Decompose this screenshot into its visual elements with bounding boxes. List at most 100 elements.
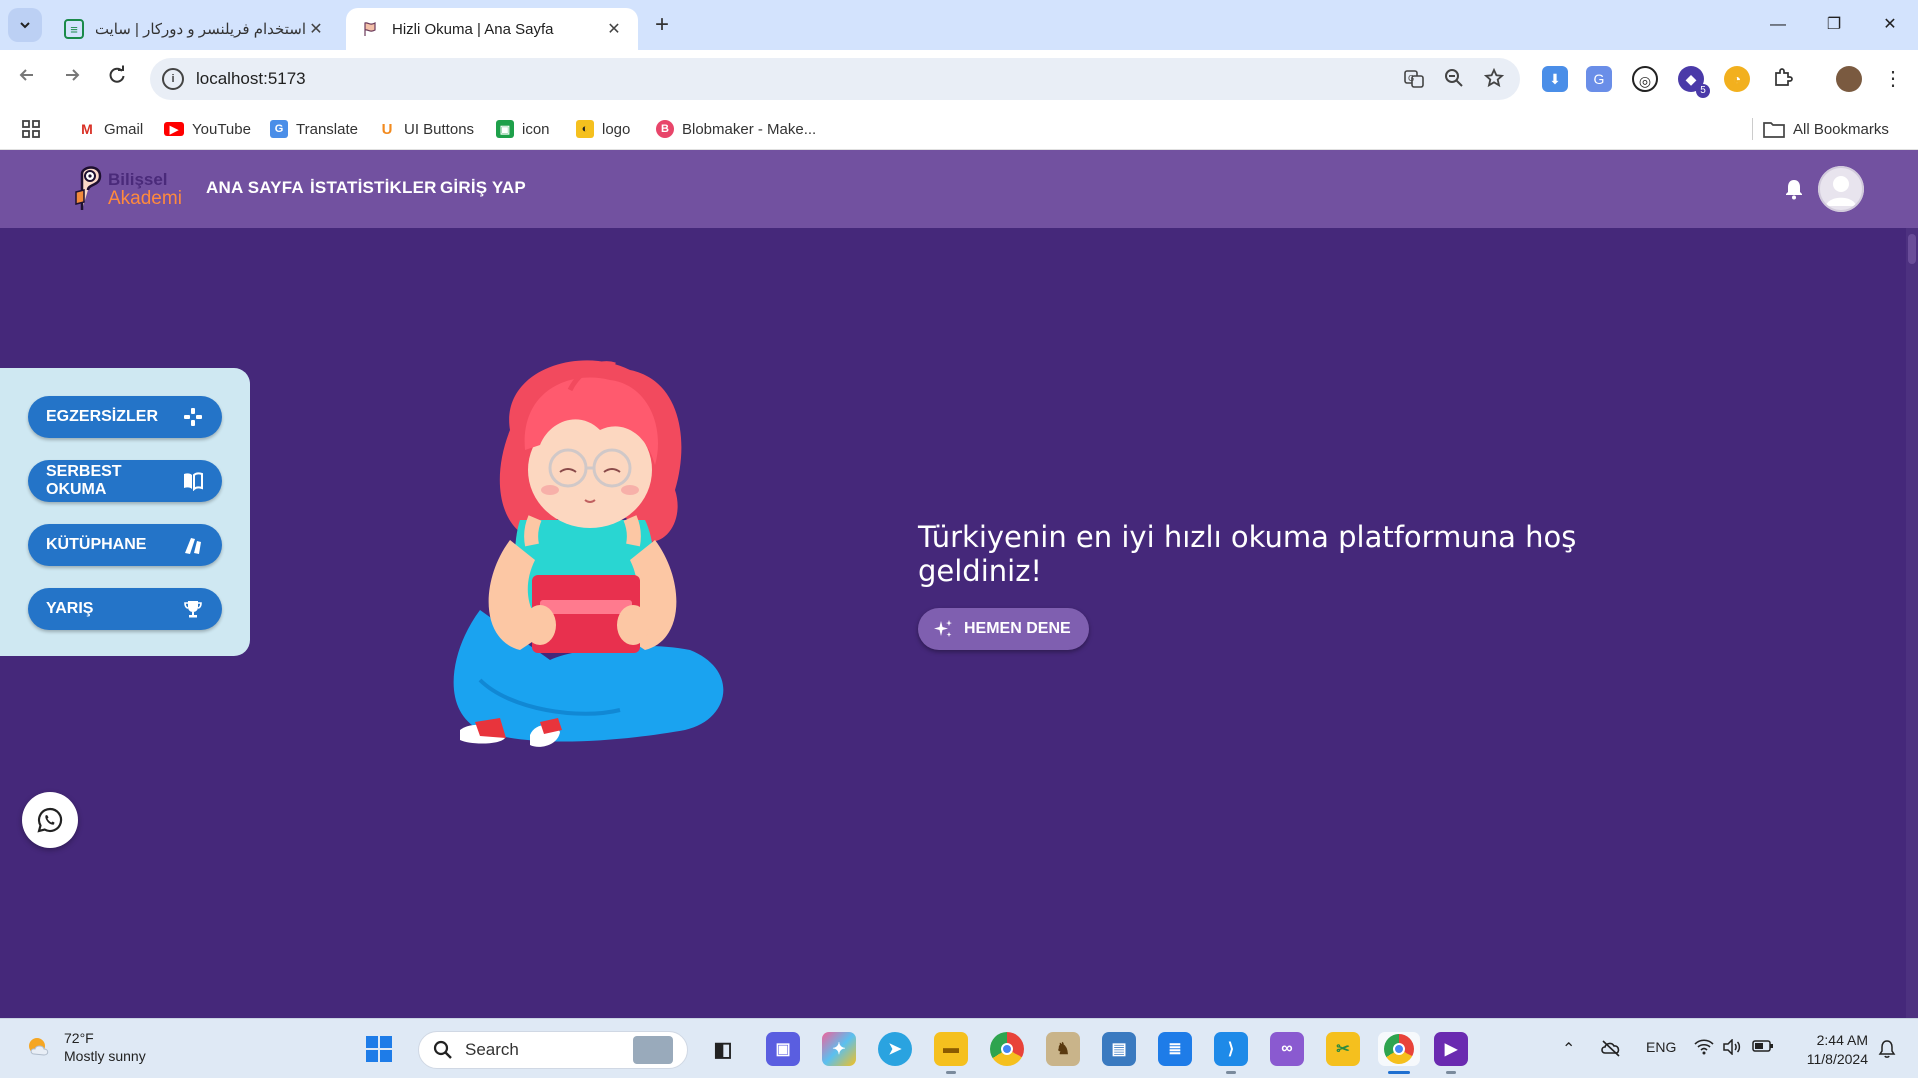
running-indicator xyxy=(1226,1071,1236,1074)
forward-button[interactable] xyxy=(57,64,87,94)
extensions-puzzle-icon[interactable] xyxy=(1770,66,1796,92)
site-logo[interactable]: Bilişsel Akademi xyxy=(68,162,188,216)
all-bookmarks-label: All Bookmarks xyxy=(1793,120,1889,138)
task-view-icon[interactable]: ◧ xyxy=(706,1032,740,1066)
new-tab-button[interactable]: + xyxy=(648,12,676,40)
translate-page-icon[interactable]: G xyxy=(1402,68,1426,92)
bookmark-ui-buttons[interactable]: U UI Buttons xyxy=(378,118,474,140)
nav-giris-yap[interactable]: GİRİŞ YAP xyxy=(440,178,526,198)
volume-icon[interactable] xyxy=(1722,1038,1742,1058)
tab-hizli-okuma[interactable]: Hizli Okuma | Ana Sayfa ✕ xyxy=(346,8,638,50)
taskbar-search[interactable]: Search xyxy=(418,1031,688,1069)
bookmark-gmail[interactable]: M Gmail xyxy=(78,118,143,140)
site-favicon-icon xyxy=(360,19,380,39)
bookmark-logo[interactable]: ◐ logo xyxy=(576,118,630,140)
notification-bell-icon[interactable] xyxy=(1878,1039,1896,1062)
chrome-icon[interactable] xyxy=(990,1032,1024,1066)
app-viewport: Bilişsel Akademi ANA SAYFA İSTATİSTİKLER… xyxy=(0,150,1918,1018)
search-highlight-image xyxy=(633,1036,673,1064)
profile-avatar-icon[interactable] xyxy=(1836,66,1862,92)
whatsapp-icon xyxy=(37,807,63,833)
weather-temp: 72°F xyxy=(64,1030,94,1046)
hemen-dene-button[interactable]: HEMEN DENE xyxy=(918,608,1089,650)
book-icon xyxy=(182,470,204,492)
running-indicator xyxy=(946,1071,956,1074)
window-close-button[interactable]: ✕ xyxy=(1862,10,1918,40)
page-scrollbar[interactable] xyxy=(1906,228,1918,1018)
bookmark-youtube[interactable]: ▶ YouTube xyxy=(164,118,251,140)
onedrive-icon[interactable] xyxy=(1600,1039,1622,1060)
vscode-icon[interactable]: ⟩ xyxy=(1214,1032,1248,1066)
kutuphane-button[interactable]: KÜTÜPHANE xyxy=(28,524,222,566)
graduation-extension-icon[interactable]: ◆ 5 xyxy=(1678,66,1710,98)
address-bar[interactable]: i localhost:5173 G xyxy=(150,58,1520,100)
chevron-down-icon xyxy=(20,22,30,29)
scrollbar-thumb[interactable] xyxy=(1908,234,1916,264)
language-indicator[interactable]: ENG xyxy=(1646,1039,1676,1055)
app-icon-1[interactable]: ♞ xyxy=(1046,1032,1080,1066)
tab-freelancer[interactable]: ≡ استخدام فریلنسر و دورکار | سایت ✕ xyxy=(50,8,340,50)
site-info-icon[interactable]: i xyxy=(162,68,184,90)
cta-label: HEMEN DENE xyxy=(964,620,1071,637)
search-placeholder: Search xyxy=(465,1040,519,1059)
file-explorer-icon[interactable]: ▬ xyxy=(934,1032,968,1066)
bookmark-icon[interactable]: ▣ icon xyxy=(496,118,550,140)
books-icon xyxy=(182,534,204,556)
download-extension-icon[interactable]: ⬇ xyxy=(1542,66,1568,92)
apps-grid-icon[interactable] xyxy=(22,118,40,140)
blobmaker-icon: B xyxy=(656,120,674,138)
gmail-icon: M xyxy=(78,120,96,138)
windows-start-icon[interactable] xyxy=(362,1032,396,1066)
nav-istatistikler[interactable]: İSTATİSTİKLER xyxy=(310,178,437,198)
wifi-icon[interactable] xyxy=(1694,1039,1714,1058)
snipping-tool-icon[interactable]: ✂ xyxy=(1326,1032,1360,1066)
bookmark-star-icon[interactable] xyxy=(1482,67,1506,92)
browser-toolbar: i localhost:5173 G ⬇ G ◎ ◆ 5 ◔ ⋮ xyxy=(0,50,1918,108)
weather-widget[interactable]: 72°F Mostly sunny xyxy=(24,1029,146,1065)
ui-buttons-icon: U xyxy=(378,120,396,138)
vpn-extension-icon[interactable]: ◎ xyxy=(1632,66,1658,92)
network-app-icon[interactable]: ▤ xyxy=(1102,1032,1136,1066)
battery-icon[interactable] xyxy=(1752,1039,1774,1056)
serbest-okuma-button[interactable]: SERBEST OKUMA xyxy=(28,460,222,502)
media-app-icon[interactable]: ▶ xyxy=(1434,1032,1468,1066)
zoom-icon[interactable] xyxy=(1442,68,1466,92)
close-icon[interactable]: ✕ xyxy=(306,19,326,39)
all-bookmarks[interactable]: All Bookmarks xyxy=(1752,118,1889,140)
restore-button[interactable]: ❐ xyxy=(1806,10,1862,40)
nav-ana-sayfa[interactable]: ANA SAYFA xyxy=(206,178,304,198)
whatsapp-button[interactable] xyxy=(22,792,78,848)
sparkle-icon xyxy=(934,620,952,637)
kebab-menu-icon[interactable]: ⋮ xyxy=(1880,66,1906,92)
notepad-icon[interactable]: ≣ xyxy=(1158,1032,1192,1066)
reload-button[interactable] xyxy=(102,64,132,94)
user-avatar[interactable] xyxy=(1818,166,1864,212)
copilot-icon[interactable]: ✦ xyxy=(822,1032,856,1066)
system-clock[interactable]: 2:44 AM 11/8/2024 xyxy=(1796,1031,1868,1069)
telegram-icon[interactable]: ➤ xyxy=(878,1032,912,1066)
translate-icon: G xyxy=(270,120,288,138)
bookmark-label: YouTube xyxy=(192,120,251,138)
partly-sunny-icon xyxy=(29,1038,49,1056)
user-icon xyxy=(1818,166,1864,212)
yaris-button[interactable]: YARIŞ xyxy=(28,588,222,630)
tab-search-button[interactable] xyxy=(8,8,42,42)
logo-mark-icon xyxy=(75,166,102,210)
bookmark-label: Blobmaker - Make... xyxy=(682,120,817,138)
bookmark-label: Translate xyxy=(296,120,358,138)
bell-icon[interactable] xyxy=(1782,177,1806,201)
back-button[interactable] xyxy=(12,64,42,94)
close-icon[interactable]: ✕ xyxy=(604,19,624,39)
translate-extension-icon[interactable]: G xyxy=(1586,66,1612,92)
teams-chat-icon[interactable]: ▣ xyxy=(766,1032,800,1066)
bookmark-blobmaker[interactable]: B Blobmaker - Make... xyxy=(656,118,816,140)
tray-overflow-icon[interactable]: ⌃ xyxy=(1562,1039,1575,1059)
bookmark-translate[interactable]: G Translate xyxy=(270,118,358,140)
timer-extension-icon[interactable]: ◔ xyxy=(1724,66,1750,92)
minimize-button[interactable]: — xyxy=(1750,10,1806,40)
chrome-active-icon[interactable] xyxy=(1378,1032,1420,1066)
search-icon xyxy=(433,1040,452,1059)
visual-studio-icon[interactable]: ∞ xyxy=(1270,1032,1304,1066)
tab-strip: ≡ استخدام فریلنسر و دورکار | سایت ✕ Hizl… xyxy=(0,0,1918,50)
egzersizler-button[interactable]: EGZERSİZLER xyxy=(28,396,222,438)
